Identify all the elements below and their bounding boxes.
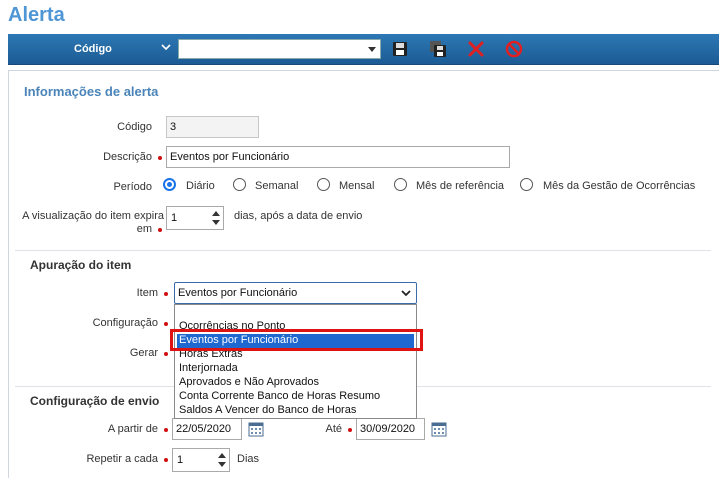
expira-label-line1: A visualização do item expira	[22, 210, 164, 222]
repetir-label: Repetir a cada	[86, 453, 158, 465]
stepper-up-icon[interactable]	[218, 453, 226, 458]
required-indicator	[164, 322, 168, 326]
required-indicator	[158, 228, 162, 232]
section-title-informacoes: Informações de alerta	[24, 84, 159, 99]
calendar-icon[interactable]	[431, 421, 447, 437]
required-indicator	[164, 292, 168, 296]
item-select[interactable]: Eventos por Funcionário	[174, 282, 417, 304]
descricao-value: Eventos por Funcionário	[170, 151, 290, 163]
periodo-option-diario: Diário	[186, 180, 215, 192]
periodo-option-mes-gestao: Mês da Gestão de Ocorrências	[543, 180, 696, 192]
save-icon[interactable]	[391, 40, 409, 58]
toolbar-codigo-label: Código	[74, 43, 112, 55]
a-partir-date-field[interactable]: 22/05/2020	[172, 418, 242, 440]
codigo-value: 3	[170, 121, 177, 133]
dropdown-option[interactable]: Saldos A Vencer do Banco de Horas	[179, 404, 356, 418]
dropdown-option[interactable]: Interjornada	[179, 362, 238, 376]
save-as-icon[interactable]	[429, 40, 447, 58]
item-label: Item	[136, 287, 158, 299]
divider	[15, 250, 711, 251]
required-indicator	[164, 428, 168, 432]
stepper-up-icon[interactable]	[212, 211, 220, 216]
calendar-icon[interactable]	[248, 421, 264, 437]
ate-label: Até	[325, 423, 342, 435]
item-select-value: Eventos por Funcionário	[178, 287, 298, 299]
chevron-down-icon	[401, 288, 411, 301]
periodo-radio-diario[interactable]	[163, 178, 176, 191]
repetir-suffix: Dias	[237, 453, 260, 465]
required-indicator	[348, 428, 352, 432]
stepper-down-icon[interactable]	[212, 220, 220, 225]
chevron-down-icon[interactable]	[161, 42, 171, 52]
expira-label-line2: em	[136, 223, 152, 235]
expira-suffix: dias, após a data de envio	[234, 210, 363, 222]
periodo-radio-mensal[interactable]	[317, 178, 330, 191]
periodo-radio-mes-gestao[interactable]	[520, 178, 533, 191]
configuracao-label: Configuração	[92, 317, 158, 329]
periodo-option-semanal: Semanal	[255, 180, 299, 192]
expira-value: 1	[171, 212, 178, 224]
delete-icon[interactable]	[467, 40, 485, 58]
a-partir-value: 22/05/2020	[176, 423, 232, 435]
select-caret-icon	[368, 47, 376, 52]
periodo-radio-semanal[interactable]	[233, 178, 246, 191]
codigo-select[interactable]	[178, 39, 381, 59]
page-title: Alerta	[8, 4, 65, 26]
periodo-radio-mes-referencia[interactable]	[394, 178, 407, 191]
ate-date-field[interactable]: 30/09/2020	[356, 418, 425, 440]
periodo-option-mes-referencia: Mês de referência	[416, 180, 505, 192]
descricao-field[interactable]: Eventos por Funcionário	[166, 146, 510, 168]
highlight-box	[170, 329, 423, 351]
ate-value: 30/09/2020	[360, 423, 416, 435]
codigo-field: 3	[166, 116, 259, 138]
repetir-stepper[interactable]: 1	[172, 448, 230, 472]
dropdown-option[interactable]: Aprovados e Não Aprovados	[179, 376, 319, 390]
required-indicator	[164, 352, 168, 356]
section-title-envio: Configuração de envio	[30, 394, 160, 408]
gerar-label: Gerar	[129, 347, 158, 359]
periodo-option-mensal: Mensal	[339, 180, 375, 192]
dropdown-option[interactable]: Conta Corrente Banco de Horas Resumo	[179, 390, 380, 404]
stepper-buttons[interactable]	[214, 449, 229, 471]
periodo-label: Período	[113, 181, 152, 193]
expira-stepper[interactable]: 1	[166, 206, 224, 230]
toolbar: Código	[8, 34, 719, 65]
required-indicator	[164, 458, 168, 462]
stepper-buttons[interactable]	[208, 207, 223, 229]
codigo-label: Código	[117, 121, 152, 133]
required-indicator	[158, 156, 162, 160]
a-partir-label: A partir de	[107, 423, 158, 435]
descricao-label: Descrição	[103, 151, 152, 163]
item-dropdown-list[interactable]: Ocorrências no Ponto Eventos por Funcion…	[174, 304, 417, 419]
stepper-down-icon[interactable]	[218, 462, 226, 467]
repetir-value: 1	[177, 454, 184, 466]
section-title-apuracao: Apuração do item	[30, 258, 132, 272]
cancel-icon[interactable]	[505, 40, 523, 58]
